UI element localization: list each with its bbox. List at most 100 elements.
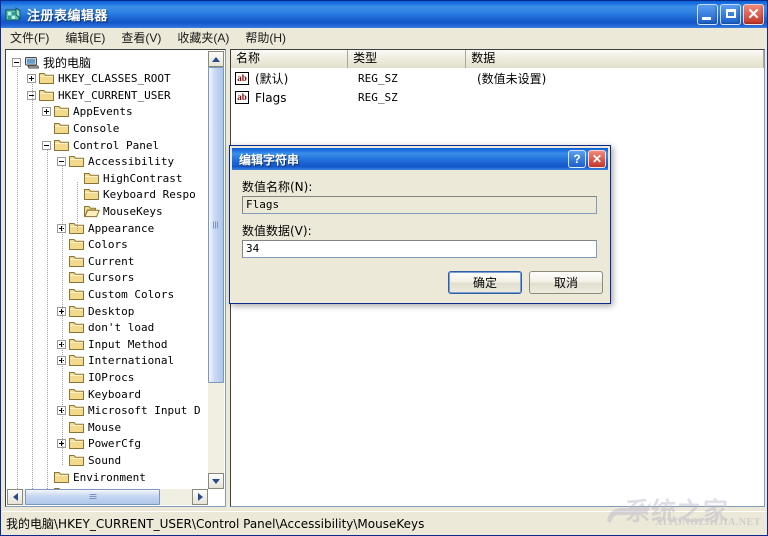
dialog-titlebar[interactable]: 编辑字符串 ? ✕ — [232, 148, 608, 170]
folder-icon — [84, 188, 100, 201]
tree-item-appevents[interactable]: AppEvents — [42, 104, 133, 120]
tree-item-label: Microsoft Input D — [88, 404, 201, 418]
tree-item-label: Colors — [88, 238, 128, 252]
tree-horizontal-scroll-thumb[interactable] — [25, 489, 160, 505]
menu-edit[interactable]: 编辑(E) — [57, 27, 113, 48]
tree-scroll-down-button[interactable] — [208, 473, 224, 489]
dialog-body: 数值名称(N): Flags 数值数据(V): 34 确定 取消 — [232, 170, 608, 301]
tree-item-label: Desktop — [88, 304, 135, 318]
table-row[interactable]: ab (默认) REG_SZ (数值未设置) — [231, 70, 764, 87]
tree-vertical-scrollbar[interactable] — [208, 51, 224, 489]
tree-item-custom-colors[interactable]: Custom Colors — [57, 286, 174, 302]
question-mark-icon: ? — [573, 152, 581, 166]
tree-item-don-t-load[interactable]: don't load — [57, 320, 154, 336]
computer-icon — [24, 56, 40, 69]
collapse-icon[interactable] — [57, 157, 66, 167]
folder-icon — [69, 404, 85, 417]
tree-guide-line — [17, 66, 18, 491]
tree-item-sound[interactable]: Sound — [57, 452, 121, 468]
minimize-button[interactable] — [697, 4, 718, 25]
values-column-headers[interactable]: 名称 类型 数据 — [231, 50, 764, 68]
tree-item-environment[interactable]: Environment — [42, 469, 146, 485]
tree-scroll-up-button[interactable] — [208, 51, 224, 67]
tree-item-ioprocs[interactable]: IOProcs — [57, 369, 134, 385]
dialog-help-button[interactable]: ? — [568, 150, 586, 168]
registry-tree-pane[interactable]: 我的电脑 HKEY_CLASSES_ROOT HKEY_CURRENT_USER Ap… — [5, 49, 226, 507]
menu-file[interactable]: 文件(F) — [2, 27, 57, 48]
ok-button[interactable]: 确定 — [448, 271, 522, 294]
value-type-cell: REG_SZ — [358, 91, 398, 104]
expand-icon[interactable] — [42, 107, 51, 117]
column-header-data[interactable]: 数据 — [466, 50, 764, 68]
folder-icon — [69, 388, 85, 401]
tree-item-console[interactable]: Console — [42, 120, 119, 136]
tree-item-label: Keyboard — [88, 387, 141, 401]
tree-scroll-left-button[interactable] — [7, 489, 23, 505]
registry-tree[interactable]: 我的电脑 HKEY_CLASSES_ROOT HKEY_CURRENT_USER Ap… — [6, 50, 209, 491]
value-data-input[interactable]: 34 — [242, 240, 597, 258]
string-value-icon: ab — [235, 91, 249, 104]
tree-item-accessibility[interactable]: Accessibility — [57, 154, 174, 170]
folder-icon — [69, 421, 85, 434]
tree-item-current[interactable]: Current — [57, 253, 134, 269]
folder-icon — [69, 255, 85, 268]
tree-item-mouse[interactable]: Mouse — [57, 419, 121, 435]
folder-icon — [54, 105, 70, 118]
tree-item-cursors[interactable]: Cursors — [57, 270, 134, 286]
tree-item-international[interactable]: International — [57, 353, 174, 369]
close-button[interactable]: ✕ — [743, 4, 764, 25]
column-header-type[interactable]: 类型 — [348, 50, 467, 68]
tree-item-label: Keyboard Respo — [103, 188, 196, 202]
dialog-window-controls: ? ✕ — [568, 150, 606, 168]
tree-vertical-scroll-thumb[interactable] — [208, 67, 224, 383]
tree-item-[interactable]: 我的电脑 — [12, 54, 91, 70]
tree-line-spacer — [42, 124, 51, 133]
tree-item-desktop[interactable]: Desktop — [57, 303, 134, 319]
folder-icon — [69, 437, 85, 450]
folder-icon — [54, 122, 70, 135]
folder-icon — [69, 238, 85, 251]
tree-item-label: Control Panel — [73, 138, 160, 152]
tree-scroll-right-button[interactable] — [192, 489, 208, 505]
tree-item-label: Input Method — [88, 337, 168, 351]
tree-item-input-method[interactable]: Input Method — [57, 336, 167, 352]
tree-item-label: HighContrast — [103, 171, 183, 185]
window-title: 注册表编辑器 — [27, 8, 109, 23]
value-name-input[interactable]: Flags — [242, 196, 597, 214]
tree-item-hkey-current-user[interactable]: HKEY_CURRENT_USER — [27, 87, 171, 103]
dialog-title: 编辑字符串 — [239, 152, 300, 167]
edit-string-dialog: 编辑字符串 ? ✕ 数值名称(N): Flags 数值数据(V): 34 确定 … — [229, 145, 611, 304]
tree-guide-line — [77, 182, 78, 232]
tree-item-label: Accessibility — [88, 155, 175, 169]
tree-item-microsoft-input-d[interactable]: Microsoft Input D — [57, 403, 201, 419]
folder-icon — [69, 321, 85, 334]
cancel-button[interactable]: 取消 — [529, 271, 603, 294]
tree-item-mousekeys[interactable]: MouseKeys — [72, 203, 163, 219]
window-controls: ✕ — [697, 4, 764, 25]
menu-favorites[interactable]: 收藏夹(A) — [169, 27, 237, 48]
window-titlebar[interactable]: 注册表编辑器 ✕ — [1, 1, 767, 28]
menu-view[interactable]: 查看(V) — [113, 27, 169, 48]
table-row[interactable]: ab Flags REG_SZ — [231, 89, 764, 106]
tree-horizontal-scrollbar[interactable] — [7, 489, 208, 505]
tree-item-appearance[interactable]: Appearance — [57, 220, 154, 236]
tree-item-control-panel[interactable]: Control Panel — [42, 137, 159, 153]
tree-item-label: PowerCfg — [88, 437, 141, 451]
tree-item-label: Custom Colors — [88, 287, 175, 301]
tree-item-keyboard-respo[interactable]: Keyboard Respo — [72, 187, 196, 203]
tree-item-powercfg[interactable]: PowerCfg — [57, 436, 141, 452]
collapse-icon[interactable] — [42, 140, 51, 150]
scroll-grip — [213, 221, 219, 229]
tree-item-keyboard[interactable]: Keyboard — [57, 386, 141, 402]
maximize-button[interactable] — [720, 4, 741, 25]
folder-icon — [69, 288, 85, 301]
tree-item-hkey-classes-root[interactable]: HKEY_CLASSES_ROOT — [27, 71, 171, 87]
column-header-name[interactable]: 名称 — [231, 50, 349, 68]
status-bar: 我的电脑\HKEY_CURRENT_USER\Control Panel\Acc… — [2, 511, 766, 534]
menu-help[interactable]: 帮助(H) — [237, 27, 294, 48]
tree-guide-line — [32, 82, 33, 491]
tree-item-colors[interactable]: Colors — [57, 237, 128, 253]
tree-item-highcontrast[interactable]: HighContrast — [72, 170, 182, 186]
tree-item-label: don't load — [88, 321, 155, 335]
dialog-close-button[interactable]: ✕ — [588, 150, 606, 168]
